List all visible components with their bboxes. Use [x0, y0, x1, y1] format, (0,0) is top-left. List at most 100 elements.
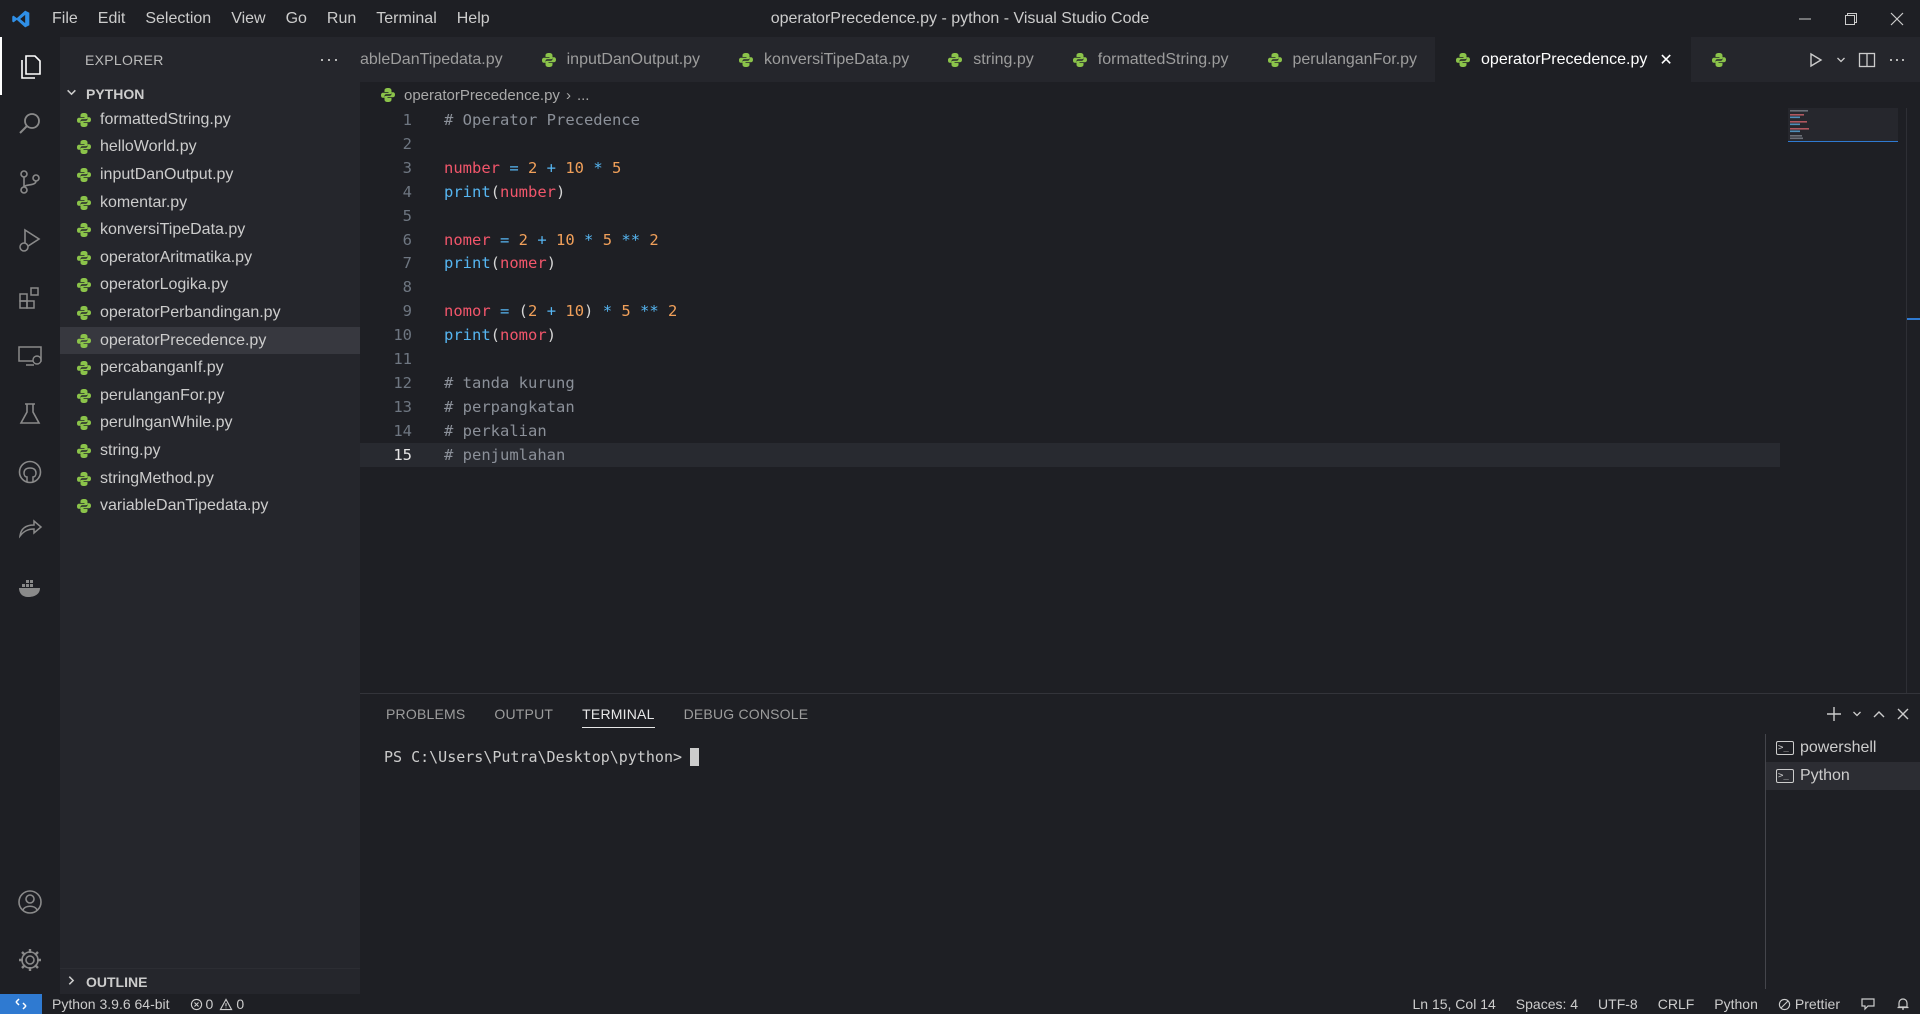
file-item[interactable]: operatorPrecedence.py [60, 326, 360, 355]
code-editor[interactable]: 1 # Operator Precedence 2 3 number = 2 + 10 … [360, 108, 1920, 693]
file-item[interactable]: operatorLogika.py [60, 272, 360, 300]
explorer-button[interactable] [0, 37, 60, 95]
split-editor-icon[interactable] [1858, 52, 1876, 68]
editor-tab[interactable]: formattedString.py [1051, 37, 1247, 82]
breadcrumb-symbols[interactable]: ... [577, 87, 590, 104]
terminal-item[interactable]: >_ Python [1766, 762, 1920, 790]
close-tab-icon[interactable]: ✕ [1659, 50, 1672, 70]
file-item[interactable]: operatorAritmatika.py [60, 244, 360, 272]
chevron-right-icon [66, 975, 80, 989]
file-item[interactable]: perulanganFor.py [60, 382, 360, 410]
menu-edit[interactable]: Edit [88, 0, 136, 37]
menu-run[interactable]: Run [317, 0, 366, 37]
panel-tab-output[interactable]: OUTPUT [494, 694, 553, 734]
panel-tab-problems[interactable]: PROBLEMS [386, 694, 465, 734]
live-share-button[interactable] [0, 501, 60, 559]
file-item[interactable]: inputDanOutput.py [60, 161, 360, 189]
folder-header-python[interactable]: PYTHON [60, 82, 360, 106]
terminal-output[interactable]: PS C:\Users\Putra\Desktop\python> [384, 748, 700, 766]
code-token: * [574, 230, 603, 249]
outline-header[interactable]: OUTLINE [60, 968, 360, 994]
file-item[interactable]: string.py [60, 437, 360, 465]
menu-file[interactable]: File [42, 0, 88, 37]
file-item[interactable]: variableDanTipedata.py [60, 492, 360, 520]
extensions-button[interactable] [0, 269, 60, 327]
beaker-icon [19, 403, 41, 424]
remote-explorer-button[interactable] [0, 327, 60, 385]
panel-tab-terminal[interactable]: TERMINAL [582, 694, 655, 734]
code-token: + [528, 230, 557, 249]
file-item[interactable]: konversiTipeData.py [60, 216, 360, 244]
manage-button[interactable] [0, 931, 60, 989]
docker-button[interactable] [0, 559, 60, 617]
file-item[interactable]: perulnganWhile.py [60, 410, 360, 438]
prettier-status[interactable]: Prettier [1768, 996, 1850, 1012]
file-name: variableDanTipedata.py [100, 497, 269, 515]
editor-tab[interactable]: konversiTipeData.py [718, 37, 928, 82]
minimize-button[interactable] [1782, 0, 1828, 37]
activity-bar [0, 37, 60, 994]
line-number: 8 [402, 278, 412, 297]
source-control-button[interactable] [0, 153, 60, 211]
line-number: 9 [402, 302, 412, 321]
remote-indicator[interactable] [0, 994, 42, 1014]
close-icon [1890, 12, 1904, 25]
breadcrumb: operatorPrecedence.py › ... [360, 82, 1920, 108]
close-panel-icon[interactable] [1896, 707, 1910, 721]
file-name: konversiTipeData.py [100, 221, 246, 239]
close-window-button[interactable] [1874, 0, 1920, 37]
language-mode[interactable]: Python [1704, 996, 1768, 1012]
menu-view[interactable]: View [221, 0, 275, 37]
file-item[interactable]: formattedString.py [60, 106, 360, 134]
breadcrumb-file[interactable]: operatorPrecedence.py [404, 87, 560, 104]
chevron-down-icon[interactable] [1836, 55, 1846, 65]
file-item[interactable]: stringMethod.py [60, 465, 360, 493]
file-item[interactable]: helloWorld.py [60, 134, 360, 162]
file-item[interactable]: operatorPerbandingan.py [60, 299, 360, 327]
testing-button[interactable] [0, 385, 60, 443]
menu-help[interactable]: Help [447, 0, 500, 37]
notifications-button[interactable] [1886, 997, 1920, 1011]
editor-tab[interactable]: string.py [927, 37, 1052, 82]
minimap[interactable] [1788, 108, 1898, 148]
editor-tab-overflow[interactable] [1690, 37, 1755, 82]
menu-selection[interactable]: Selection [135, 0, 221, 37]
file-item[interactable]: komentar.py [60, 189, 360, 217]
end-of-line[interactable]: CRLF [1648, 996, 1705, 1012]
run-debug-button[interactable] [0, 211, 60, 269]
code-token: ) [584, 302, 594, 321]
editor-tab[interactable]: operatorPrecedence.py ✕ [1435, 37, 1691, 82]
accounts-button[interactable] [0, 873, 60, 931]
problems-indicator[interactable]: 0 0 [180, 996, 255, 1012]
editor-tab[interactable]: ableDanTipedata.py [360, 37, 521, 82]
search-button[interactable] [0, 95, 60, 153]
editor-tab[interactable]: perulanganFor.py [1246, 37, 1436, 82]
editor-scrollbar[interactable] [1906, 108, 1920, 693]
panel-tabs: PROBLEMS OUTPUT TERMINAL DEBUG CONSOLE [360, 694, 837, 734]
code-text: # penjumlahan [444, 446, 565, 464]
file-item[interactable]: percabanganIf.py [60, 354, 360, 382]
maximize-panel-icon[interactable] [1872, 707, 1886, 721]
code-line: 14 # perkalian [360, 419, 1780, 443]
line-number: 12 [393, 373, 412, 392]
more-actions-icon[interactable]: ··· [1888, 49, 1906, 70]
editor-tab[interactable]: inputDanOutput.py [520, 37, 719, 82]
new-terminal-icon[interactable] [1826, 706, 1842, 722]
code-token: ( [518, 302, 529, 321]
code-token: 5 [602, 230, 613, 249]
run-python-file-icon[interactable] [1808, 52, 1824, 68]
encoding[interactable]: UTF-8 [1588, 996, 1648, 1012]
terminal-item[interactable]: >_ powershell [1766, 734, 1920, 762]
indentation[interactable]: Spaces: 4 [1506, 996, 1588, 1012]
menu-go[interactable]: Go [276, 0, 317, 37]
more-actions-icon[interactable]: ··· [319, 49, 340, 70]
feedback-button[interactable] [1850, 997, 1886, 1011]
github-button[interactable] [0, 443, 60, 501]
status-bar: Python 3.9.6 64-bit 0 0 Ln 15, Col 14 Sp… [0, 994, 1920, 1014]
restore-button[interactable] [1828, 0, 1874, 37]
panel-tab-debug-console[interactable]: DEBUG CONSOLE [684, 694, 809, 734]
menu-terminal[interactable]: Terminal [366, 0, 446, 37]
cursor-position[interactable]: Ln 15, Col 14 [1402, 996, 1505, 1012]
chevron-down-icon[interactable] [1852, 709, 1862, 719]
python-interpreter[interactable]: Python 3.9.6 64-bit [42, 996, 180, 1012]
